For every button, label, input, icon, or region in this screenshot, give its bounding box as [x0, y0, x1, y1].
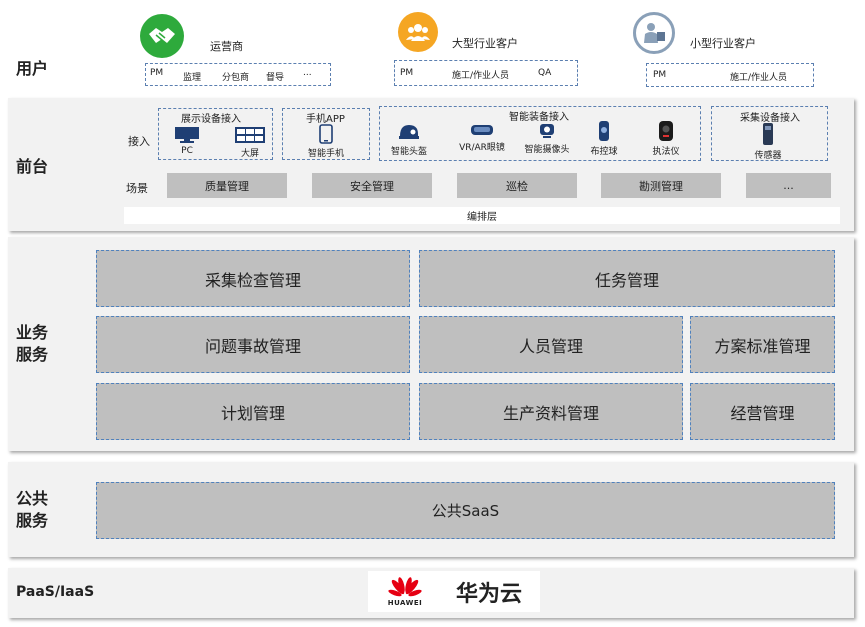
user-role: QA [538, 68, 552, 78]
public-label-line2: 服务 [16, 511, 49, 530]
user-role: PM [653, 70, 667, 80]
module-collection-inspection: 采集检查管理 [96, 250, 410, 307]
body-recorder-icon [659, 121, 673, 141]
scene-quality: 质量管理 [167, 173, 287, 198]
device-label: 智能手机 [307, 149, 344, 159]
device-vr-glasses: VR/AR眼镜 [456, 122, 508, 153]
device-smart-helmet: 智能头盔 [386, 122, 432, 157]
video-wall-icon [235, 127, 265, 143]
access-group-title: 展示设备接入 [181, 114, 241, 125]
public-saas-label: 公共SaaS [431, 502, 500, 520]
access-label: 接入 [128, 135, 150, 148]
user-role: 督导 [266, 73, 285, 83]
access-group-title: 智能装备接入 [509, 112, 569, 123]
module-label: 人员管理 [518, 336, 583, 356]
scene-label: 场景 [126, 182, 148, 195]
module-label: 经营管理 [730, 403, 795, 423]
module-label: 生产资料管理 [502, 403, 599, 423]
module-label: 采集检查管理 [204, 270, 301, 290]
huawei-cloud-logo: HUAWEI 华为云 [368, 571, 540, 612]
business-label-line1: 业务 [16, 323, 49, 342]
group-icon [398, 12, 438, 52]
huawei-wordmark: HUAWEI [387, 598, 423, 607]
user-role: 施工/作业人员 [730, 73, 788, 83]
user-role: PM [400, 68, 414, 78]
device-smartphone: 智能手机 [304, 124, 348, 159]
user-role: ... [303, 68, 312, 78]
scene-survey: 勘测管理 [601, 173, 721, 198]
dome-camera-icon [599, 121, 609, 141]
helmet-icon [399, 125, 419, 139]
user-role: 监理 [183, 73, 202, 83]
sensor-icon [763, 123, 773, 145]
scene-inspection: 巡检 [457, 173, 577, 198]
huawei-logo: HUAWEI [380, 576, 430, 607]
orchestration-label: 编排层 [467, 212, 497, 223]
huawei-cloud-name: 华为云 [456, 581, 523, 607]
access-group-title: 手机APP [306, 114, 345, 125]
huawei-petal-icon [388, 576, 422, 596]
business-row-label: 业务 服务 [16, 322, 48, 366]
device-label: 传感器 [754, 151, 782, 161]
businessman-icon [633, 12, 675, 54]
frontend-row-label: 前台 [16, 157, 49, 176]
public-saas: 公共SaaS [96, 482, 835, 539]
public-label-line1: 公共 [16, 489, 49, 508]
public-row-label: 公共 服务 [16, 488, 48, 532]
module-label: 计划管理 [220, 403, 285, 423]
business-label-line2: 服务 [16, 345, 49, 364]
module-operations: 经营管理 [690, 383, 835, 440]
device-pc: PC [170, 126, 204, 156]
users-row-label: 用户 [16, 59, 49, 78]
orchestration-layer: 编排层 [124, 207, 840, 224]
device-label: 智能头盔 [390, 147, 427, 157]
user-group-title-operator: 运营商 [210, 40, 243, 53]
device-label: 布控球 [590, 147, 618, 157]
scene-more: ... [746, 173, 831, 198]
module-task: 任务管理 [419, 250, 835, 307]
module-production-material: 生产资料管理 [419, 383, 683, 440]
user-role: 分包商 [222, 73, 250, 83]
device-label: 智能摄像头 [524, 145, 570, 155]
paas-row-label: PaaS/IaaS [16, 584, 95, 600]
module-label: 问题事故管理 [204, 336, 301, 356]
module-label: 方案标准管理 [714, 336, 811, 356]
device-big-screen: 大屏 [232, 126, 268, 159]
user-role: PM [150, 68, 164, 78]
device-body-recorder: 执法仪 [646, 120, 686, 157]
user-group-title-large-customer: 大型行业客户 [452, 37, 518, 50]
user-role: 施工/作业人员 [452, 71, 510, 81]
device-label: 大屏 [240, 149, 259, 159]
module-label: 任务管理 [594, 270, 659, 290]
vr-glasses-icon [471, 125, 493, 135]
device-label: VR/AR眼镜 [459, 143, 505, 153]
module-plan-standard: 方案标准管理 [690, 316, 835, 373]
device-label: 执法仪 [652, 147, 680, 157]
device-label: PC [181, 146, 193, 156]
module-planning: 计划管理 [96, 383, 410, 440]
device-dome-camera: 布控球 [586, 120, 622, 157]
module-incident: 问题事故管理 [96, 316, 410, 373]
smartphone-icon [319, 124, 333, 144]
camera-icon [540, 124, 554, 138]
device-smart-camera: 智能摄像头 [522, 122, 572, 155]
scene-safety: 安全管理 [312, 173, 432, 198]
module-personnel: 人员管理 [419, 316, 683, 373]
device-sensor: 传感器 [750, 122, 786, 161]
handshake-icon [140, 14, 184, 58]
user-group-title-small-customer: 小型行业客户 [690, 37, 756, 50]
monitor-icon [175, 127, 199, 143]
